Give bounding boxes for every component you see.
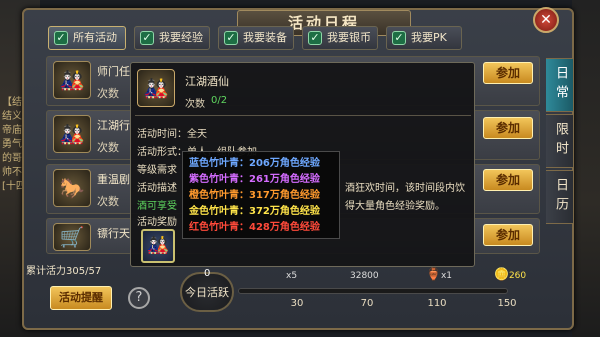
popup-enjoy: 酒可享受	[137, 201, 177, 212]
tab-all-activities[interactable]: ✓ 所有活动	[48, 26, 126, 50]
treasure-icon: 🎎	[53, 115, 91, 153]
help-button[interactable]: ?	[128, 287, 150, 309]
milestone-value: 110	[427, 298, 447, 309]
join-button[interactable]: 参加	[483, 224, 533, 246]
popup-title: 江湖酒仙	[185, 75, 229, 88]
reward-line-blue: 蓝色竹叶青：206万角色经验	[189, 158, 320, 169]
activity-reminder-button[interactable]: 活动提醒	[50, 286, 112, 310]
horse-icon: 🐎	[53, 169, 91, 207]
gourd-icon: 🏺	[426, 267, 441, 281]
chest-count: x1	[440, 271, 453, 281]
check-icon: ✓	[308, 31, 322, 45]
milestone-value: 70	[360, 298, 374, 309]
divider	[135, 115, 471, 116]
join-button[interactable]: 参加	[483, 117, 533, 139]
game-background-right	[572, 0, 600, 337]
popup-count-label: 次数	[185, 99, 205, 110]
milestone-value: 30	[290, 298, 304, 309]
popup-desc-tail: 酒狂欢时间，该时间段内饮	[345, 183, 465, 194]
vitality-total: 累计活力305/57	[26, 266, 102, 277]
gold-coins-icon: 🪙	[494, 267, 509, 281]
check-icon: ✓	[224, 31, 238, 45]
check-icon: ✓	[140, 31, 154, 45]
today-activity-value: 0	[204, 268, 211, 279]
activity-count: 次数	[97, 87, 119, 100]
milestone-value: 150	[497, 298, 517, 309]
today-activity-label: 今日活跃	[185, 286, 229, 299]
popup-time: 活动时间：全天	[137, 129, 207, 140]
popup-level: 等级需求	[137, 165, 177, 176]
reward-line-purple: 紫色竹叶青：261万角色经验	[189, 174, 320, 185]
question-icon: ?	[135, 290, 143, 305]
cart-icon: 🛒	[53, 223, 91, 251]
tab-want-pk[interactable]: ✓ 我要PK	[386, 26, 462, 50]
activity-progress-bar	[238, 288, 508, 294]
chest-count: 32800	[350, 271, 379, 281]
wine-jar-icon: 🎎	[137, 69, 175, 107]
join-button[interactable]: 参加	[483, 169, 533, 191]
check-icon: ✓	[392, 31, 406, 45]
reward-tooltip: 蓝色竹叶青：206万角色经验 紫色竹叶青：261万角色经验 橙色竹叶青：317万…	[182, 151, 340, 239]
activity-name: 镖行天	[97, 227, 130, 240]
tab-want-equipment[interactable]: ✓ 我要装备	[218, 26, 294, 50]
chest-count: x5	[286, 271, 298, 281]
activity-name: 重温剧	[97, 173, 130, 186]
side-tab-calendar[interactable]: 日历	[546, 170, 574, 224]
reward-chest[interactable]: 🪙260	[494, 263, 528, 283]
reward-line-gold: 金色竹叶青：372万角色经验	[189, 206, 320, 217]
popup-desc: 活动描述	[137, 183, 177, 194]
side-tab-daily[interactable]: 日常	[546, 58, 574, 112]
popup-enjoy-tail: 得大量角色经验奖励。	[345, 201, 445, 212]
reward-line-orange: 橙色竹叶青：317万角色经验	[189, 190, 320, 201]
tab-want-silver[interactable]: ✓ 我要银币	[302, 26, 378, 50]
join-button[interactable]: 参加	[483, 62, 533, 84]
activity-name: 江湖行	[97, 119, 130, 132]
popup-count-value: 0/2	[211, 95, 228, 106]
popup-reward: 活动奖励	[137, 217, 177, 228]
close-button[interactable]: ✕	[533, 7, 559, 33]
activity-count: 次数	[97, 195, 119, 208]
bamboo-wine-icon[interactable]: 🎎	[141, 229, 175, 263]
side-tab-limited[interactable]: 限时	[546, 114, 574, 168]
check-icon: ✓	[54, 31, 68, 45]
chest-count: 260	[508, 271, 527, 281]
activity-count: 次数	[97, 141, 119, 154]
reward-line-red: 红色竹叶青：428万角色经验	[189, 222, 320, 233]
tab-want-exp[interactable]: ✓ 我要经验	[134, 26, 210, 50]
activity-name: 师门任	[97, 65, 130, 78]
scroll-icon: 🎎	[53, 61, 91, 99]
close-icon: ✕	[540, 12, 552, 28]
chat-text: 帅不	[2, 167, 22, 178]
